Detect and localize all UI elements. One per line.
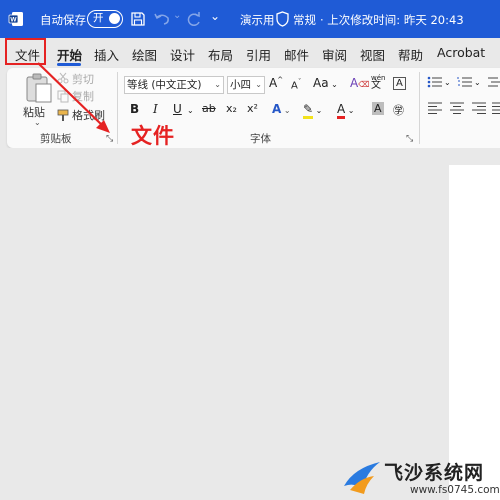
tab-references[interactable]: 引用	[246, 45, 271, 64]
character-border-icon[interactable]: A	[393, 77, 406, 90]
active-tab-indicator	[57, 63, 81, 66]
save-icon[interactable]	[130, 11, 146, 27]
paste-icon[interactable]	[24, 72, 54, 104]
numbering-dropdown-icon[interactable]: ⌄	[474, 78, 481, 87]
title-bar: W 自动保存 开 ⌄ ⌄ 演示用 常规 · 上次修改时间: 昨天 20:43	[0, 0, 500, 38]
copy-button[interactable]: 复制	[72, 88, 94, 104]
clipboard-launcher-icon[interactable]: ⤡	[106, 134, 113, 144]
autosave-label: 自动保存	[40, 13, 86, 27]
grow-font-button[interactable]: A^	[269, 76, 283, 90]
tab-draw[interactable]: 绘图	[132, 45, 157, 64]
highlight-icon[interactable]: ✎ ⌄	[303, 102, 322, 119]
shrink-font-button[interactable]: Aˇ	[291, 78, 301, 91]
undo-icon[interactable]	[153, 11, 171, 27]
grow-font-label: A	[269, 76, 278, 90]
align-left-icon[interactable]	[427, 102, 443, 114]
watermark-text: 飞沙系统网	[384, 462, 485, 484]
subscript-button[interactable]: x₂	[226, 102, 237, 115]
enclose-characters-icon[interactable]: ㊫	[393, 102, 404, 118]
tab-help[interactable]: 帮助	[398, 45, 423, 64]
group-divider	[117, 72, 118, 144]
format-painter-icon	[57, 109, 69, 121]
site-logo-icon	[344, 462, 380, 494]
character-shading-icon[interactable]: A	[372, 102, 384, 115]
text-effects-icon[interactable]: A ⌄	[272, 102, 291, 116]
last-modified: · 上次修改时间: 昨天 20:43	[320, 13, 464, 27]
multilevel-list-icon[interactable]	[487, 76, 500, 88]
paste-dropdown-icon[interactable]: ⌄	[34, 118, 41, 127]
svg-text:W: W	[10, 17, 17, 24]
shrink-font-label: A	[291, 80, 298, 92]
tab-insert[interactable]: 插入	[94, 45, 119, 64]
cut-button[interactable]: 剪切	[72, 71, 94, 87]
numbering-icon[interactable]	[457, 76, 473, 88]
bullets-icon[interactable]	[427, 76, 443, 88]
scissors-icon	[57, 72, 69, 84]
tab-mailings[interactable]: 邮件	[284, 45, 309, 64]
tab-acrobat[interactable]: Acrobat	[437, 45, 485, 60]
autosave-toggle-state: 开	[93, 12, 104, 24]
superscript-button[interactable]: x²	[247, 102, 258, 115]
italic-button[interactable]: I	[153, 102, 158, 116]
file-tab-highlight	[5, 38, 46, 65]
font-size-value: 小四	[230, 79, 251, 91]
format-painter-button[interactable]: 格式刷	[72, 107, 105, 123]
font-name-value: 等线 (中文正文)	[127, 79, 202, 91]
tab-home[interactable]: 开始	[57, 45, 82, 64]
shield-icon	[276, 11, 289, 27]
change-case-label: Aa	[313, 76, 329, 90]
clipboard-group-label: 剪贴板	[40, 133, 72, 145]
tab-review[interactable]: 审阅	[322, 45, 347, 64]
bold-button[interactable]: B	[130, 102, 139, 116]
clear-formatting-icon[interactable]: A⌫	[350, 76, 370, 90]
copy-icon	[57, 90, 69, 103]
document-canvas[interactable]	[0, 148, 500, 500]
align-center-icon[interactable]	[449, 102, 465, 114]
font-name-select[interactable]: 等线 (中文正文) ⌄	[124, 76, 224, 94]
strikethrough-button[interactable]: ab	[202, 102, 216, 115]
font-launcher-icon[interactable]: ⤡	[406, 134, 413, 144]
align-right-icon[interactable]	[471, 102, 487, 114]
font-color-icon[interactable]: A ⌄	[337, 102, 354, 119]
font-size-select[interactable]: 小四 ⌄	[227, 76, 265, 94]
underline-dropdown-icon[interactable]: ⌄	[187, 106, 194, 115]
bullets-dropdown-icon[interactable]: ⌄	[444, 78, 451, 87]
undo-dropdown-icon[interactable]: ⌄	[173, 10, 181, 21]
word-logo-icon: W	[8, 12, 23, 26]
font-group-label: 字体	[250, 133, 271, 145]
document-title[interactable]: 演示用	[240, 12, 275, 28]
justify-icon[interactable]	[491, 102, 500, 114]
chevron-down-icon: ⌄	[255, 80, 262, 89]
autosave-toggle[interactable]: 开	[87, 10, 123, 28]
toggle-knob	[109, 13, 120, 24]
annotation-label: 文件	[131, 124, 175, 148]
ribbon-home: 粘贴 ⌄ 剪切 复制 格式刷 剪贴板 ⤡ 等线 (中文正文) ⌄ 小四 ⌄ A^…	[7, 68, 500, 148]
sensitivity-label[interactable]: 常规	[293, 12, 316, 28]
chevron-down-icon: ⌄	[214, 80, 221, 89]
tab-design[interactable]: 设计	[170, 45, 195, 64]
document-page[interactable]	[449, 165, 500, 500]
tab-layout[interactable]: 布局	[208, 45, 233, 64]
phonetic-guide-icon[interactable]: wén 文	[371, 74, 385, 91]
change-case-button[interactable]: Aa ⌄	[313, 76, 338, 90]
group-divider	[419, 72, 420, 144]
redo-icon[interactable]	[186, 11, 202, 27]
tab-view[interactable]: 视图	[360, 45, 385, 64]
quick-access-more-icon[interactable]: ⌄	[210, 9, 220, 23]
watermark-url: www.fs0745.com	[410, 484, 500, 496]
underline-button[interactable]: U	[173, 102, 182, 116]
